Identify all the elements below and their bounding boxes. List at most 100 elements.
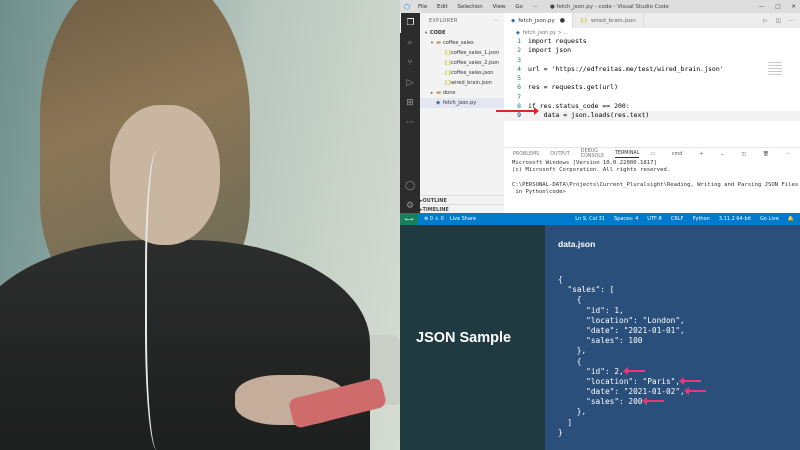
menu-view[interactable]: View xyxy=(492,4,505,10)
terminal-shell-icon[interactable]: ▭ xyxy=(650,152,655,157)
close-icon[interactable]: ✕ xyxy=(791,4,796,10)
json-line-text: } xyxy=(558,427,563,437)
extensions-icon[interactable]: ⊞ xyxy=(400,93,420,113)
minimap[interactable] xyxy=(768,62,782,82)
json-code-block: { "sales": [ { "id": 1, "location": "Lon… xyxy=(558,275,706,438)
menu-file[interactable]: File xyxy=(418,4,427,10)
status-eol[interactable]: CRLF xyxy=(671,216,684,222)
json-line-text: "sales": 100 xyxy=(558,336,643,346)
tab-terminal[interactable]: TERMINAL xyxy=(614,151,640,158)
menu-more[interactable]: ··· xyxy=(533,4,538,10)
status-problems[interactable]: ⊗ 0 ⚠ 0 xyxy=(424,216,444,222)
minimize-icon[interactable]: — xyxy=(759,4,765,10)
menu-edit[interactable]: Edit xyxy=(437,4,448,10)
slide-canvas: ⬡ File Edit Selection View Go ··· ● fetc… xyxy=(0,0,800,450)
code-line-current: 9 data = json.loads(res.text) xyxy=(504,111,800,121)
json-file-icon: {} xyxy=(444,70,452,76)
json-line: "location": "London", xyxy=(558,316,706,326)
terminal-line: C:\PERSONAL-DATA\Projects\Current_Plural… xyxy=(512,181,799,188)
status-indentation[interactable]: Spaces: 4 xyxy=(614,216,638,222)
trash-icon[interactable]: 🗑 xyxy=(763,152,769,157)
unsaved-dot-icon[interactable]: ● xyxy=(560,17,565,24)
highlight-arrow-icon xyxy=(641,397,664,406)
status-interpreter[interactable]: 3.11.2 64-bit xyxy=(719,216,751,222)
menu-go[interactable]: Go xyxy=(515,4,523,10)
notifications-bell-icon[interactable]: 🔔 xyxy=(788,216,794,222)
line-number: 2 xyxy=(517,46,521,55)
python-file-icon: ◆ xyxy=(511,17,516,24)
tab-wired-brain-json[interactable]: {} wired_brain.json xyxy=(573,13,644,28)
json-line: }, xyxy=(558,407,706,417)
maximize-icon[interactable]: □ xyxy=(775,4,780,10)
json-file-title: data.json xyxy=(558,239,596,249)
line-number: 3 xyxy=(517,55,521,64)
outline-label: OUTLINE xyxy=(422,197,447,204)
timeline-label: TIMELINE xyxy=(422,206,449,213)
tree-item-file-selected[interactable]: ◆ fetch_json.py xyxy=(420,98,504,108)
tree-item-file[interactable]: {} wired_brain.json xyxy=(420,78,504,88)
account-icon[interactable]: ◯ xyxy=(400,176,420,196)
code-editor[interactable]: 1 import requests 2 import json 3 4 url = '… xyxy=(504,37,800,123)
panel-more-icon[interactable]: ··· xyxy=(786,152,791,157)
code-line: 6 res = requests.get(url) xyxy=(504,83,800,92)
split-terminal-icon[interactable]: ◫ xyxy=(741,152,746,157)
chevron-down-icon[interactable]: ⌄ xyxy=(720,152,724,157)
tree-item-folder[interactable]: ▾ ▬ coffee_sales xyxy=(420,38,504,48)
more-views-icon[interactable]: ··· xyxy=(400,113,420,133)
code-text: url = 'https://edfreitas.me/test/wired_b… xyxy=(528,64,724,73)
highlight-arrow-icon xyxy=(679,376,702,385)
status-cursor-position[interactable]: Ln 9, Col 31 xyxy=(575,216,605,222)
tree-item-file[interactable]: {} coffee_sales_1.json xyxy=(420,48,504,58)
breadcrumb[interactable]: ◆ fetch_json.py > ... xyxy=(504,28,800,37)
tab-output[interactable]: OUTPUT xyxy=(550,152,570,157)
json-line: "sales": 200 xyxy=(558,397,706,407)
explorer-title: EXPLORER xyxy=(429,17,458,24)
search-icon[interactable]: ⌕ xyxy=(400,33,420,53)
status-language[interactable]: Python xyxy=(693,216,710,222)
split-editor-icon[interactable]: ◫ xyxy=(776,18,781,24)
tree-item-file[interactable]: {} coffee_sales_2.json xyxy=(420,58,504,68)
highlight-arrow-icon xyxy=(683,387,706,396)
code-text: res = requests.get(url) xyxy=(528,83,619,92)
terminal[interactable]: Microsoft Windows [Version 10.0.22000.18… xyxy=(504,160,800,196)
tab-fetch-json-py[interactable]: ◆ fetch_json.py ● xyxy=(504,13,573,28)
code-line: 8 if res.status_code == 200: xyxy=(504,102,800,111)
tree-item-folder[interactable]: ▸ ▬ done xyxy=(420,88,504,98)
editor-more-icon[interactable]: ··· xyxy=(789,18,794,24)
run-file-icon[interactable]: ▷ xyxy=(763,18,767,24)
status-live-share[interactable]: Live Share xyxy=(450,216,476,222)
editor-tabs: ◆ fetch_json.py ● {} wired_brain.json ▷ … xyxy=(504,13,800,28)
status-encoding[interactable]: UTF-8 xyxy=(647,216,662,222)
json-file-icon: {} xyxy=(444,60,452,66)
new-terminal-icon[interactable]: + xyxy=(699,152,703,157)
json-line-text: }, xyxy=(558,346,587,356)
vscode-logo-icon: ⬡ xyxy=(404,2,411,11)
explorer-icon[interactable]: ❐ xyxy=(400,13,420,33)
run-debug-icon[interactable]: ▷ xyxy=(400,73,420,93)
json-line: { xyxy=(558,275,706,285)
explorer-sidebar: EXPLORER ··· ▾ CODE ▾ ▬ coffee_sales {} … xyxy=(420,13,504,213)
menu-selection[interactable]: Selection xyxy=(457,4,482,10)
folder-section-code[interactable]: ▾ CODE xyxy=(420,28,504,38)
json-file-icon: {} xyxy=(579,17,588,24)
json-line-text: "date": "2021-01-01", xyxy=(558,325,685,335)
remote-icon[interactable]: ⟷ xyxy=(400,213,418,225)
json-line-text: "id": 2, xyxy=(558,366,624,376)
status-go-live[interactable]: Go Live xyxy=(760,216,779,222)
source-control-icon[interactable]: ⑂ xyxy=(400,53,420,73)
status-right: Ln 9, Col 31 Spaces: 4 UTF-8 CRLF Python… xyxy=(575,216,800,222)
folder-icon: ▬ xyxy=(436,40,442,46)
window-controls: — □ ✕ xyxy=(759,4,796,10)
tree-item-file[interactable]: {} coffee_sales.json xyxy=(420,68,504,78)
json-line-text: { xyxy=(558,356,582,366)
tree-item-label: done xyxy=(443,90,456,96)
code-text: if res.status_code == 200: xyxy=(528,102,630,111)
explorer-more-icon[interactable]: ··· xyxy=(493,18,499,24)
tab-debug-console[interactable]: DEBUG CONSOLE xyxy=(581,149,604,159)
chevron-down-icon: ▾ xyxy=(424,30,428,36)
line-number: 9 xyxy=(517,111,521,120)
terminal-shell-label[interactable]: cmd xyxy=(672,152,682,157)
terminal-line: (c) Microsoft Corporation. All rights re… xyxy=(512,167,671,174)
tab-problems[interactable]: PROBLEMS xyxy=(513,152,539,157)
